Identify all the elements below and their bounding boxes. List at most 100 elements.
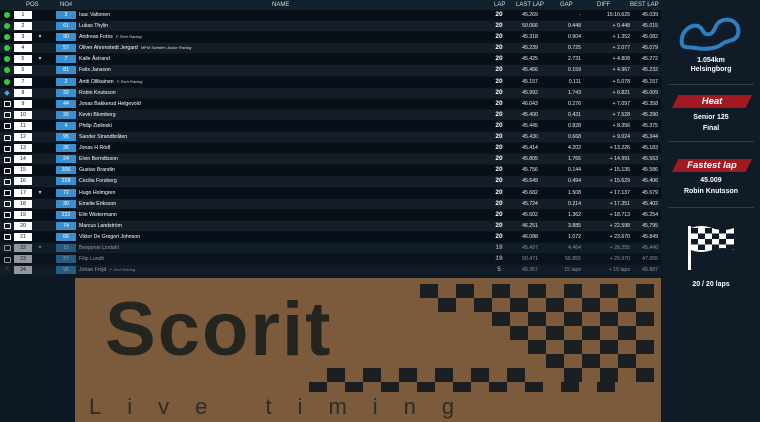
position-change [33,132,47,142]
table-row[interactable]: 21 66 Viktor De Gregori Johnson 20 46.088 1.0… [0,231,661,243]
last-lap: 45.497 [522,244,538,251]
table-row[interactable]: 17 ▾ 72 Hugo Holmgren 20 45.682 1.508 + 17.137 4… [0,187,661,199]
driver-name-text: Marcus Landström [79,222,122,229]
table-row[interactable]: 22 ▾ 15 Benjamin Lindahl 19 45.497 4.464 + 28.2… [0,242,661,255]
header-lap: LAP [494,2,506,8]
driver-name-text: Jonas Bakkerud Helgevold [79,100,141,107]
driver-name: Marcus Landström [79,221,125,231]
status-flag-icon [4,101,11,108]
table-row[interactable]: 10 26 Kevin Blomberg 20 45.400 0.431 + 7.528 45… [0,109,661,121]
table-row[interactable]: 8 32 Robin Knutsson 20 45.992 1.743 + 6.821 45.… [0,87,661,99]
driver-name-text: Antti Ollikainen [79,78,114,85]
table-row[interactable]: 15 306 Gustav Brandin 20 45.756 0.144 + 15.135… [0,165,661,177]
table-row[interactable]: 13 36 Jonas H Rödl 20 45.414 4.202 + 13.226 45.… [0,143,661,155]
best-lap-icon [4,89,10,96]
diff: + 28.255 [609,244,630,251]
driver-name: Gustav Brandin [79,165,118,175]
position-change [33,143,47,153]
driver-name: Andreas Forss F-Tech Racing [79,32,142,42]
fastest-lap-banner: Fastest lap [672,159,752,172]
table-body: 1 3 Isac Valtonen 20 45.269-15:10.625 45.039 2… [0,10,661,277]
table-row[interactable]: 23 37 Filip Lundh 19 50.471 56.855 + 29.970 47.… [0,254,661,266]
gap: 1.743 [568,89,581,96]
table-row[interactable]: 3 ▾ 90 Andreas Forss F-Tech Racing 20 45.318 0.… [0,32,661,44]
last-lap: 46.088 [522,233,538,240]
table-row[interactable]: 16 228 Cecilia Forsberg 20 45.649 0.494 + 15.6… [0,176,661,188]
driver-name-text: Andreas Forss [79,34,113,41]
position-change: ▾ [38,244,42,251]
best-lap: 45.406 [642,178,658,185]
table-row[interactable]: 12 95 Sander Strandbråten 20 45.430 0.668 + 9.… [0,132,661,144]
checker-square [417,382,435,392]
fastest-lap-driver: Robin Knutsson [683,188,739,195]
checker-square [618,298,636,312]
table-row[interactable]: 9 44 Jonas Bakkerud Helgevold 20 46.043 0.276… [0,98,661,110]
best-lap: 45.082 [642,34,658,41]
position-change [33,110,47,120]
lap-count: 20 [495,11,503,18]
logo-subtitle: Live timing [89,394,481,419]
position: 13 [14,144,32,153]
position: 22 [14,243,32,252]
table-row[interactable]: 18 30 Emelie Eriksson 20 45.724 0.214 + 17.351… [0,198,661,210]
fastest-lap-time: 45.009 [700,177,722,184]
gap: 1.072 [568,233,581,240]
status-flag-icon [4,112,11,119]
gap: 0.904 [568,34,581,41]
table-row[interactable]: 4 57 Oliver Ahrenstedt Jergard MPM Sweden J… [0,43,661,55]
checker-square [399,368,417,382]
checker-square [309,382,327,392]
header-last-lap: LAST LAP [516,2,544,8]
driver-name: Elvin Berndtsson [79,154,121,164]
gap: 1.508 [568,189,581,196]
diff: + 4.808 [612,56,630,63]
gap: 0.431 [568,111,581,118]
diff: + 17.137 [609,189,630,196]
table-row[interactable]: ✕ 24 96 Johan Fröjd F-Tech Racing 5 45.357 15 l… [0,265,661,277]
table-row[interactable]: 5 ▾ 7 Kalle Åstrand 20 45.425 2.731 + 4.808 45.2… [0,54,661,66]
position-change [33,99,47,109]
status-flag-icon [4,201,11,208]
driver-name-text: Benjamin Lindahl [79,244,119,251]
lap-count: 20 [495,88,503,96]
kart-number: 74 [56,221,76,230]
driver-name-text: Cecilia Forsberg [79,178,117,185]
checker-square [582,326,600,340]
driver-name-text: Robin Knutsson [79,89,116,96]
table-row[interactable]: 20 74 Marcus Landström 20 46.251 3.885 + 22.59… [0,220,661,232]
header-name: NAME [272,2,290,8]
checker-square [474,298,492,312]
checker-square [600,284,618,298]
position: 14 [14,155,32,164]
last-lap: 45.318 [522,34,538,41]
driver-name: Philip Zielinski [79,121,115,131]
kart-number: 61 [56,22,76,31]
table-row[interactable]: 7 2 Antti Ollikainen F-Tech Racing 20 45.157 0… [0,76,661,88]
diff: + 6.821 [612,89,630,96]
table-row[interactable]: 2 61 Lukas Thylin 20 50.066 0.448 + 0.448 45.01… [0,21,661,33]
position: 2 [14,22,32,31]
lap-count: 20 [495,144,503,152]
checker-square [618,326,636,340]
kart-number: 4 [56,121,76,130]
kart-number: 90 [56,33,76,42]
table-row[interactable]: 11 4 Philip Zielinski 20 45.445 0.828 + 8.356 4… [0,120,661,133]
table-row[interactable]: 1 3 Isac Valtonen 20 45.269 - 15:10.625 45.039 [0,10,661,22]
table-row[interactable]: 6 81 Felix Jansson 20 45.466 0.159 + 4.967 45.2… [0,65,661,77]
table-row[interactable]: 14 24 Elvin Berndtsson 20 45.805 1.765 + 14.99… [0,154,661,166]
driver-name-text: Kalle Åstrand [79,56,110,63]
diff: + 22.598 [609,222,630,229]
best-lap: 45.015 [642,23,658,30]
position-change [33,77,47,87]
track-length: 1.054km [697,57,725,64]
status-flag-icon [4,245,11,252]
best-lap: 45.079 [642,45,658,52]
best-lap: 45.586 [642,167,658,174]
table-row[interactable]: 19 232 Elin Wistermann 20 45.502 1.362 + 18.71… [0,209,661,221]
checker-square [582,354,600,368]
diff: + 7.097 [612,100,630,107]
diff: + 15.135 [609,167,630,174]
position: 16 [14,177,32,186]
team-name: F-Tech Racing [116,78,143,84]
divider [668,207,754,208]
